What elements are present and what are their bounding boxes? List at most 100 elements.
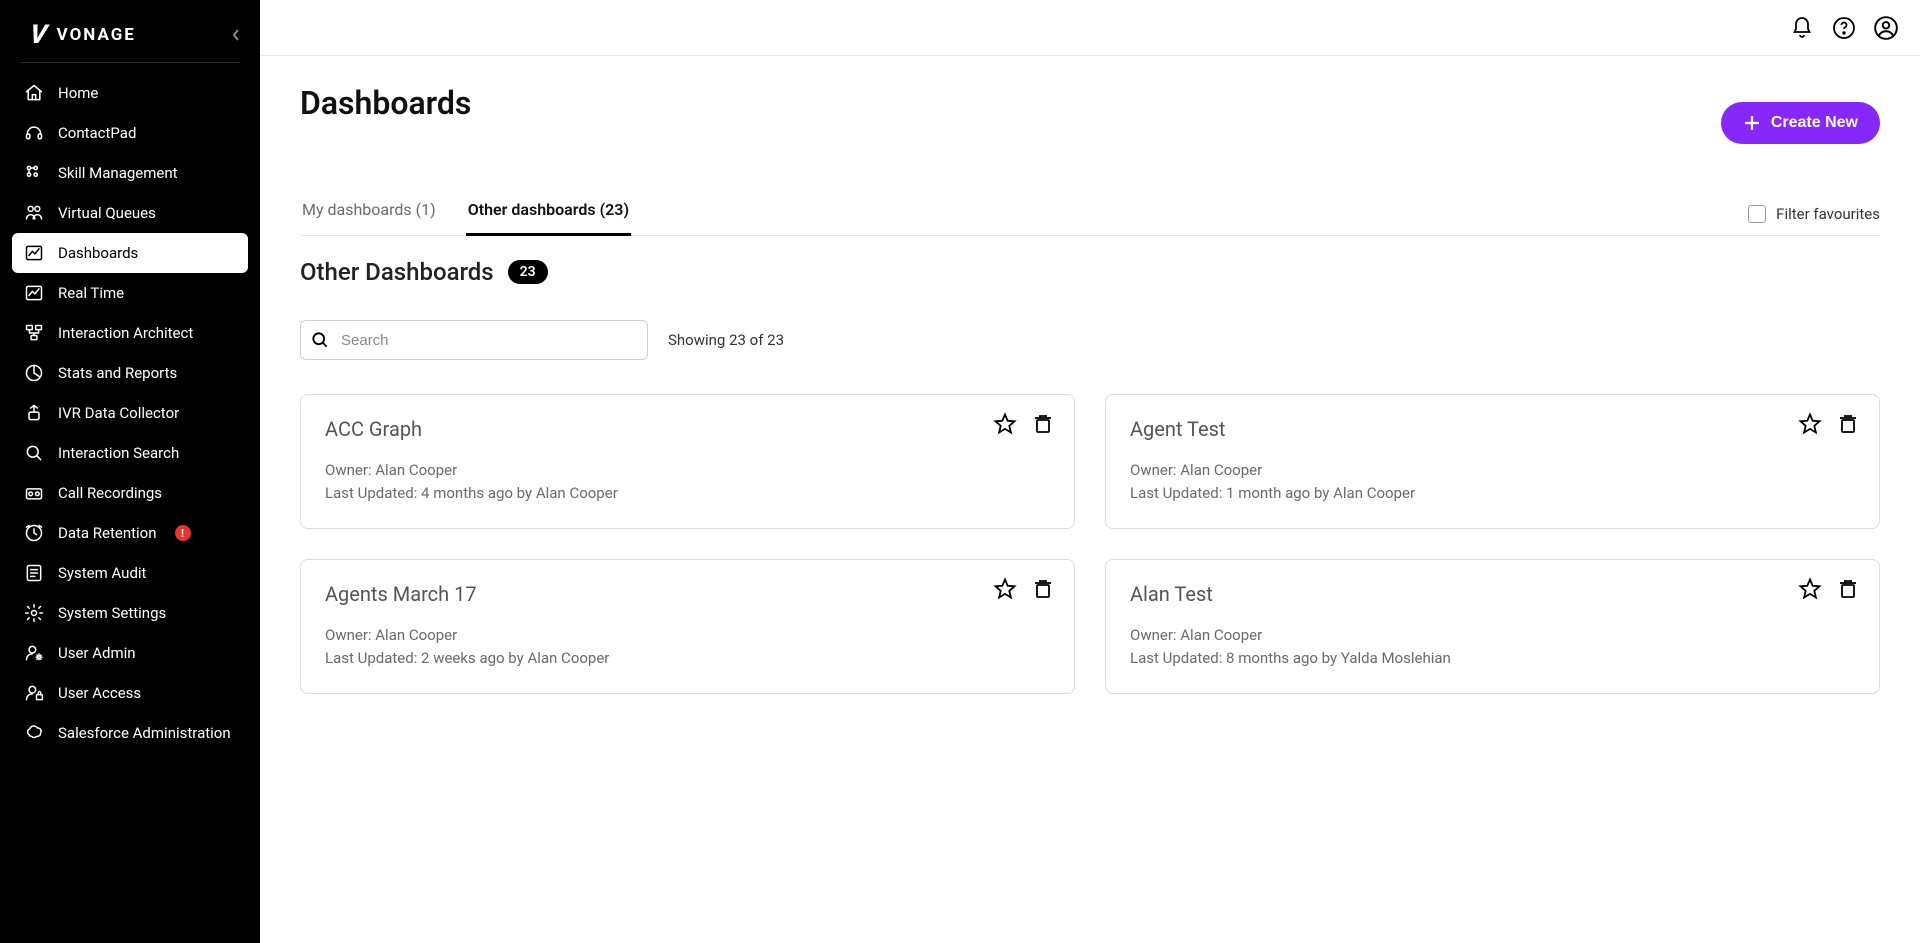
settings-icon (24, 603, 44, 623)
sidebar-item-user-access[interactable]: User Access (12, 673, 248, 713)
user-access-icon (24, 683, 44, 703)
star-icon (993, 577, 1017, 601)
sidebar-item-label: Interaction Search (58, 444, 179, 462)
sidebar-item-label: Salesforce Administration (58, 724, 231, 742)
card-title: ACC Graph (325, 417, 1050, 441)
card-title: Agents March 17 (325, 582, 1050, 606)
sidebar-collapse-button[interactable] (232, 28, 240, 42)
delete-button[interactable] (1835, 411, 1861, 437)
dashboard-cards: ACC GraphOwner: Alan CooperLast Updated:… (300, 394, 1880, 694)
favourite-button[interactable] (1797, 411, 1823, 437)
search-icon (310, 330, 330, 350)
sidebar-item-interaction-architect[interactable]: Interaction Architect (12, 313, 248, 353)
card-updated: Last Updated: 2 weeks ago by Alan Cooper (325, 647, 1050, 670)
card-owner: Owner: Alan Cooper (1130, 459, 1855, 482)
trash-icon (1031, 577, 1055, 601)
favourite-button[interactable] (1797, 576, 1823, 602)
sidebar-item-label: Virtual Queues (58, 204, 156, 222)
delete-button[interactable] (1030, 411, 1056, 437)
card-updated: Last Updated: 8 months ago by Yalda Mosl… (1130, 647, 1855, 670)
sidebar-item-stats-and-reports[interactable]: Stats and Reports (12, 353, 248, 393)
sidebar-item-ivr-data-collector[interactable]: IVR Data Collector (12, 393, 248, 433)
section-title: Other Dashboards (300, 258, 494, 286)
salesforce-icon (24, 723, 44, 743)
brand-mark-icon: V (28, 20, 49, 50)
sidebar-item-salesforce-administration[interactable]: Salesforce Administration (12, 713, 248, 753)
delete-button[interactable] (1030, 576, 1056, 602)
dashboard-card[interactable]: Agents March 17Owner: Alan CooperLast Up… (300, 559, 1075, 694)
sidebar: V VONAGE Home ContactPad Skill Management V… (0, 0, 260, 943)
sidebar-item-system-settings[interactable]: System Settings (12, 593, 248, 633)
sidebar-item-label: System Settings (58, 604, 166, 622)
notifications-button[interactable] (1788, 14, 1816, 42)
sidebar-item-system-audit[interactable]: System Audit (12, 553, 248, 593)
delete-button[interactable] (1835, 576, 1861, 602)
favourite-button[interactable] (992, 576, 1018, 602)
queues-icon (24, 203, 44, 223)
sidebar-item-label: Data Retention (58, 524, 157, 542)
tab-my-dashboards[interactable]: My dashboards (1) (300, 192, 438, 236)
sidebar-item-home[interactable]: Home (12, 73, 248, 113)
page-title: Dashboards (300, 84, 471, 122)
card-title: Agent Test (1130, 417, 1855, 441)
star-icon (1798, 412, 1822, 436)
create-new-label: Create New (1771, 114, 1858, 132)
search-box (300, 320, 648, 360)
brand-logo: V VONAGE (30, 20, 136, 50)
sidebar-item-interaction-search[interactable]: Interaction Search (12, 433, 248, 473)
sidebar-item-skill-management[interactable]: Skill Management (12, 153, 248, 193)
architect-icon (24, 323, 44, 343)
showing-count: Showing 23 of 23 (668, 331, 784, 349)
sidebar-item-data-retention[interactable]: Data Retention! (12, 513, 248, 553)
stats-icon (24, 363, 44, 383)
filter-favourites[interactable]: Filter favourites (1748, 205, 1880, 223)
dashboard-card[interactable]: Alan TestOwner: Alan CooperLast Updated:… (1105, 559, 1880, 694)
brand-name: VONAGE (57, 25, 136, 45)
search-input[interactable] (300, 320, 648, 360)
sidebar-item-call-recordings[interactable]: Call Recordings (12, 473, 248, 513)
chevron-left-icon (232, 28, 240, 42)
topbar (260, 0, 1920, 56)
help-button[interactable] (1830, 14, 1858, 42)
home-icon (24, 83, 44, 103)
dashboard-card[interactable]: ACC GraphOwner: Alan CooperLast Updated:… (300, 394, 1075, 529)
account-button[interactable] (1872, 14, 1900, 42)
sidebar-item-label: Call Recordings (58, 484, 162, 502)
sidebar-item-user-admin[interactable]: User Admin (12, 633, 248, 673)
sidebar-item-label: Home (58, 84, 98, 102)
sidebar-item-label: ContactPad (58, 124, 136, 142)
sidebar-nav: Home ContactPad Skill Management Virtual Qu… (0, 69, 260, 773)
sidebar-item-label: Interaction Architect (58, 324, 193, 342)
realtime-icon (24, 283, 44, 303)
plus-icon (1743, 114, 1761, 132)
dashboard-icon (24, 243, 44, 263)
skills-icon (24, 163, 44, 183)
dashboard-card[interactable]: Agent Test Owner: Alan CooperLast Updated… (1105, 394, 1880, 529)
retention-icon (24, 523, 44, 543)
filter-favourites-checkbox[interactable] (1748, 205, 1766, 223)
tabs: My dashboards (1) Other dashboards (23) (300, 192, 631, 235)
tab-label: My dashboards (1) (302, 200, 436, 219)
star-icon (1798, 577, 1822, 601)
sidebar-item-dashboards[interactable]: Dashboards (12, 233, 248, 273)
favourite-button[interactable] (992, 411, 1018, 437)
sidebar-item-contactpad[interactable]: ContactPad (12, 113, 248, 153)
tab-other-dashboards[interactable]: Other dashboards (23) (466, 192, 631, 236)
sidebar-item-label: Skill Management (58, 164, 178, 182)
sidebar-item-label: User Admin (58, 644, 136, 662)
star-icon (993, 412, 1017, 436)
help-icon (1832, 16, 1856, 40)
user-admin-icon (24, 643, 44, 663)
account-icon (1873, 15, 1899, 41)
trash-icon (1836, 412, 1860, 436)
create-new-button[interactable]: Create New (1721, 102, 1880, 144)
sidebar-item-label: User Access (58, 684, 141, 702)
sidebar-item-real-time[interactable]: Real Time (12, 273, 248, 313)
alert-badge: ! (175, 525, 191, 541)
tab-label: Other dashboards (23) (468, 200, 629, 219)
recordings-icon (24, 483, 44, 503)
sidebar-item-virtual-queues[interactable]: Virtual Queues (12, 193, 248, 233)
card-updated: Last Updated: 1 month ago by Alan Cooper (1130, 482, 1855, 505)
audit-icon (24, 563, 44, 583)
content: Dashboards Create New My dashboards (1) … (260, 56, 1920, 943)
